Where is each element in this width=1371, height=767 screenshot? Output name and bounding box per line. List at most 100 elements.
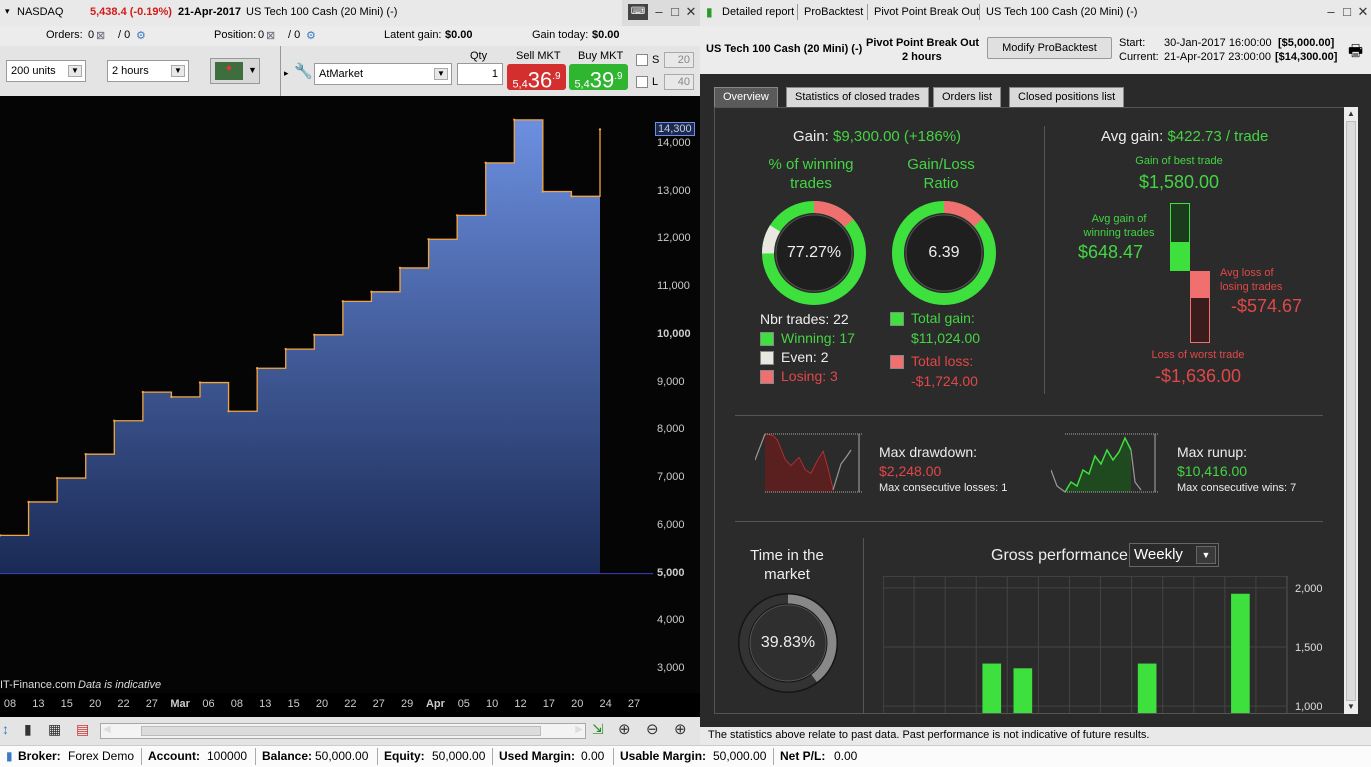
header-timeframe: 2 hours [902,51,942,63]
time-tick-label: 20 [315,698,329,710]
current-capital: [$14,300.00] [1275,51,1338,63]
maximize-icon[interactable]: □ [1340,4,1354,20]
buy-price-prefix: 5,4 [574,78,590,91]
time-tick-label: 27 [372,698,385,710]
order-type-select[interactable]: AtMarket ▼ [314,63,452,85]
total-gain-label: Total gain: [911,310,975,326]
orders-label: Orders: [46,29,83,41]
avg-win-label-2: winning trades [1083,227,1155,239]
modify-probacktest-button[interactable]: Modify ProBacktest [987,37,1112,59]
cursor-icon[interactable]: ↕ [2,721,9,737]
chevron-down-icon: ▼ [248,65,257,75]
sell-label: Sell MKT [516,50,561,62]
zoom-fit-icon[interactable]: ⊕ [618,720,631,738]
position-settings-icon[interactable]: ⚙ [306,29,316,42]
equity-point [255,367,259,370]
broker-value: Forex Demo [68,749,135,763]
tab-orders-list[interactable]: Orders list [933,87,1002,107]
price-axis[interactable]: 14,000 13,000 12,000 11,000 10,000 9,000 8,000… [653,96,700,693]
bar-style-icon[interactable]: ▦ [48,721,61,738]
drawdown-sparkline [755,433,863,493]
time-axis[interactable]: 08 13 15 20 22 27 Mar 06 08 13 15 20 22 27 29 Apr 05 10 12… [0,693,653,717]
sell-price-main: 36 [527,67,553,93]
stop-checkbox[interactable] [636,54,648,66]
instrument-name[interactable]: NASDAQ [17,6,63,18]
divider [863,538,864,713]
close-position-icon[interactable]: ⊠ [266,29,275,42]
usable-margin-value: 50,000.00 [713,749,767,763]
equity-point [398,266,402,270]
time-tick-label: 08 [230,698,244,710]
zoom-out-icon[interactable]: ⊖ [646,720,659,738]
qty-input[interactable]: 1 [457,63,503,85]
equity-chart-svg [0,118,653,575]
zoom-in-icon[interactable]: ⊕ [674,720,687,738]
gross-period-select[interactable]: Weekly ▼ [1129,543,1219,567]
scroll-up-icon[interactable]: ▲ [1347,109,1355,118]
keyboard-icon[interactable]: ⌨ [628,4,648,20]
scroll-right-icon[interactable]: ▶ [575,724,583,735]
gain-value: $9,300.00 (+186%) [833,128,962,145]
equity-point [313,333,316,336]
divider [280,46,281,96]
equity-chart[interactable]: IT-Finance.com Data is indicative [0,96,653,693]
timeframe-select-value: 2 hours [112,65,149,77]
indicators-icon[interactable]: ▤ [76,721,89,738]
chart-window: ▾ NASDAQ 5,438.4 (-0.19%) 21-Apr-2017 US… [0,0,700,745]
instrument-dropdown-icon[interactable]: ▾ [5,6,10,17]
sell-price-prefix: 5,4 [512,78,528,91]
best-trade-label: Gain of best trade [1135,155,1223,167]
sell-button[interactable]: 5,436.9 [507,64,566,93]
time-tick-label: 13 [32,698,45,710]
chevron-right-icon[interactable]: ▸ [284,68,289,79]
orders-settings-icon[interactable]: ⚙ [136,29,146,42]
chevron-down-icon: ▼ [1196,546,1216,564]
gl-ratio-value: 6.39 [928,244,960,261]
buy-button[interactable]: 5,439.9 [569,64,628,92]
minimize-icon[interactable]: – [1324,4,1338,20]
limit-checkbox[interactable] [636,76,648,88]
minimize-icon[interactable]: – [652,4,666,20]
losing-count: Losing: 3 [781,368,838,384]
divider [797,4,798,20]
best-trade-value: $1,580.00 [1138,172,1220,192]
report-scrollbar[interactable]: ▲ ▼ [1344,107,1358,714]
close-icon[interactable]: ✕ [1356,4,1370,20]
scroll-left-icon[interactable]: ◀ [103,724,111,735]
limit-input[interactable]: 40 [664,74,694,90]
wrench-icon[interactable]: 🔧 [294,62,313,80]
scroll-down-icon[interactable]: ▼ [1347,702,1355,711]
total-loss-label: Total loss: [911,353,974,369]
indicative-note: Data is indicative [78,679,162,691]
header-instrument: US Tech 100 Cash (20 Mini) (-) [706,43,863,55]
indicator-icon: ✦ [215,62,243,80]
max-runup-value: $10,416.00 [1177,463,1248,479]
auto-scroll-icon[interactable]: ⇲ [592,721,604,738]
stop-input[interactable]: 20 [664,52,694,68]
tab-closed-positions[interactable]: Closed positions list [1009,87,1125,107]
gross-tick-label: 1,500 [1295,642,1323,654]
tab-statistics[interactable]: Statistics of closed trades [786,87,929,107]
divider [867,4,868,20]
scroll-thumb[interactable] [1346,121,1356,701]
maximize-icon[interactable]: □ [668,4,682,20]
cancel-orders-icon[interactable]: ⊠ [96,29,105,42]
candlestick-icon[interactable]: ▮ [24,721,32,738]
scroll-thumb[interactable] [141,726,541,736]
max-drawdown-value: $2,248.00 [879,463,942,479]
equity-point [170,395,173,399]
indicator-button[interactable]: ✦ ▼ [210,58,260,84]
chart-scrollbar[interactable]: ◀ ▶ [100,723,586,739]
qty-label: Qty [470,50,488,62]
broker-label: Broker: [18,749,61,763]
units-select[interactable]: 200 units ▼ [6,60,86,82]
time-tick-label: 06 [202,698,215,710]
divider [735,521,1323,522]
price-tick-label: 5,000 [657,566,685,579]
tab-overview[interactable]: Overview [714,87,778,107]
print-icon[interactable]: 🖶 [1348,40,1363,67]
timeframe-select[interactable]: 2 hours ▼ [107,60,189,82]
time-tick-label: 22 [344,698,357,710]
price-tick-label: 8,000 [657,423,685,436]
close-icon[interactable]: ✕ [684,4,698,20]
